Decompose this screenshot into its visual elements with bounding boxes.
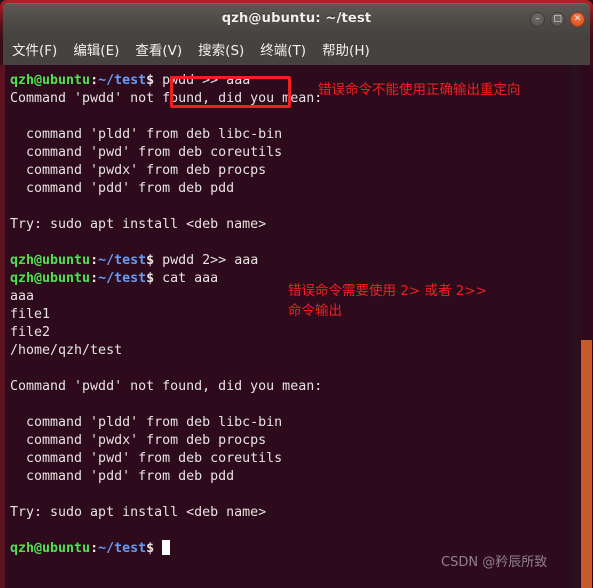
menu-item-view[interactable]: 查看(V) (133, 37, 184, 61)
minimize-button[interactable]: – (530, 12, 545, 27)
terminal-output-line: Try: sudo apt install <deb name> (10, 504, 570, 522)
terminal-output-line: command 'pdd' from deb pdd (10, 180, 570, 198)
menu-item-file[interactable]: 文件(F) (10, 37, 59, 61)
terminal-output-text: command 'pldd' from deb libc-bin (10, 415, 283, 430)
prompt-user-host: qzh@ubuntu (10, 541, 91, 556)
terminal-output-text: /home/qzh/test (10, 343, 123, 358)
terminal-prompt-line: qzh@ubuntu:~/test$ pwdd 2>> aaa (10, 252, 570, 270)
menu-item-help[interactable]: 帮助(H) (320, 37, 372, 61)
terminal-window: qzh@ubuntu: ~/test – □ ✕ 文件(F) 编辑(E) 查看(… (0, 0, 593, 588)
watermark: CSDN @矜辰所致 (441, 555, 548, 570)
annotation-note-2: 错误命令需要使用 2> 或者 2>> (288, 283, 487, 299)
terminal-scrollbar[interactable] (579, 65, 593, 588)
terminal-cursor (162, 540, 171, 555)
minimize-icon: – (535, 14, 540, 24)
menu-item-terminal[interactable]: 终端(T) (258, 37, 308, 61)
maximize-icon: □ (553, 14, 562, 24)
menu-item-search[interactable]: 搜索(S) (196, 37, 246, 61)
prompt-dollar: $ (146, 271, 163, 286)
prompt-colon: : (90, 271, 99, 286)
terminal-output-text: Command 'pwdd' not found, did you mean: (10, 91, 323, 106)
terminal-output-line: command 'pwd' from deb coreutils (10, 450, 570, 468)
prompt-colon: : (90, 541, 99, 556)
terminal-output-line: Command 'pwdd' not found, did you mean: (10, 378, 570, 396)
menu-item-edit[interactable]: 编辑(E) (71, 37, 121, 61)
terminal-output-text: command 'pwd' from deb coreutils (10, 145, 283, 160)
terminal-output-text: command 'pwdx' from deb procps (10, 433, 267, 448)
annotation-note-1: 错误命令不能使用正确输出重定向 (318, 82, 521, 98)
prompt-colon: : (90, 73, 99, 88)
close-button[interactable]: ✕ (570, 12, 585, 27)
terminal-output-line: command 'pwd' from deb coreutils (10, 144, 570, 162)
terminal-output[interactable]: qzh@ubuntu:~/test$ pwdd >> aaa Command 'p… (5, 65, 570, 588)
maximize-button[interactable]: □ (550, 12, 565, 27)
prompt-user-host: qzh@ubuntu (10, 253, 91, 268)
terminal-output-text: command 'pwd' from deb coreutils (10, 451, 283, 466)
terminal-output-line: command 'pwdx' from deb procps (10, 432, 570, 450)
terminal-output-line: command 'pwdx' from deb procps (10, 162, 570, 180)
prompt-path: ~/test (98, 253, 147, 268)
prompt-user-host: qzh@ubuntu (10, 271, 91, 286)
title-bar[interactable]: qzh@ubuntu: ~/test – □ ✕ (3, 3, 590, 33)
terminal-output-text: command 'pwdx' from deb procps (10, 163, 267, 178)
close-icon: ✕ (573, 14, 582, 24)
terminal-output-text: command 'pdd' from deb pdd (10, 181, 235, 196)
terminal-output-line: command 'pldd' from deb libc-bin (10, 126, 570, 144)
terminal-output-text: Try: sudo apt install <deb name> (10, 505, 267, 520)
scrollbar-thumb[interactable] (581, 340, 592, 588)
prompt-user-host: qzh@ubuntu (10, 73, 91, 88)
terminal-output-text: command 'pldd' from deb libc-bin (10, 127, 283, 142)
terminal-output-line: command 'pdd' from deb pdd (10, 468, 570, 486)
prompt-dollar: $ (146, 253, 163, 268)
terminal-output-text: Try: sudo apt install <deb name> (10, 217, 267, 232)
terminal-output-text: aaa (10, 289, 35, 304)
window-title: qzh@ubuntu: ~/test (221, 11, 372, 26)
terminal-output-text: file1 (10, 307, 51, 322)
terminal-output-text: file2 (10, 325, 51, 340)
prompt-path: ~/test (98, 541, 147, 556)
terminal-output-line: /home/qzh/test (10, 342, 570, 360)
terminal-output-text: Command 'pwdd' not found, did you mean: (10, 379, 323, 394)
terminal-output-line: file2 (10, 324, 570, 342)
prompt-colon: : (90, 253, 99, 268)
menu-bar: 文件(F) 编辑(E) 查看(V) 搜索(S) 终端(T) 帮助(H) (3, 33, 590, 65)
terminal-command: pwdd 2>> aaa (162, 253, 259, 268)
terminal-output-text: command 'pdd' from deb pdd (10, 469, 235, 484)
terminal-command: pwdd >> aaa (162, 73, 251, 88)
prompt-dollar: $ (146, 73, 163, 88)
terminal-output-line: command 'pldd' from deb libc-bin (10, 414, 570, 432)
annotation-note-3: 命令输出 (288, 303, 342, 319)
terminal-output-line: Try: sudo apt install <deb name> (10, 216, 570, 234)
prompt-path: ~/test (98, 271, 147, 286)
prompt-path: ~/test (98, 73, 147, 88)
terminal-body[interactable]: qzh@ubuntu:~/test$ pwdd >> aaa Command 'p… (0, 65, 593, 588)
prompt-dollar: $ (146, 541, 163, 556)
terminal-command: cat aaa (162, 271, 219, 286)
